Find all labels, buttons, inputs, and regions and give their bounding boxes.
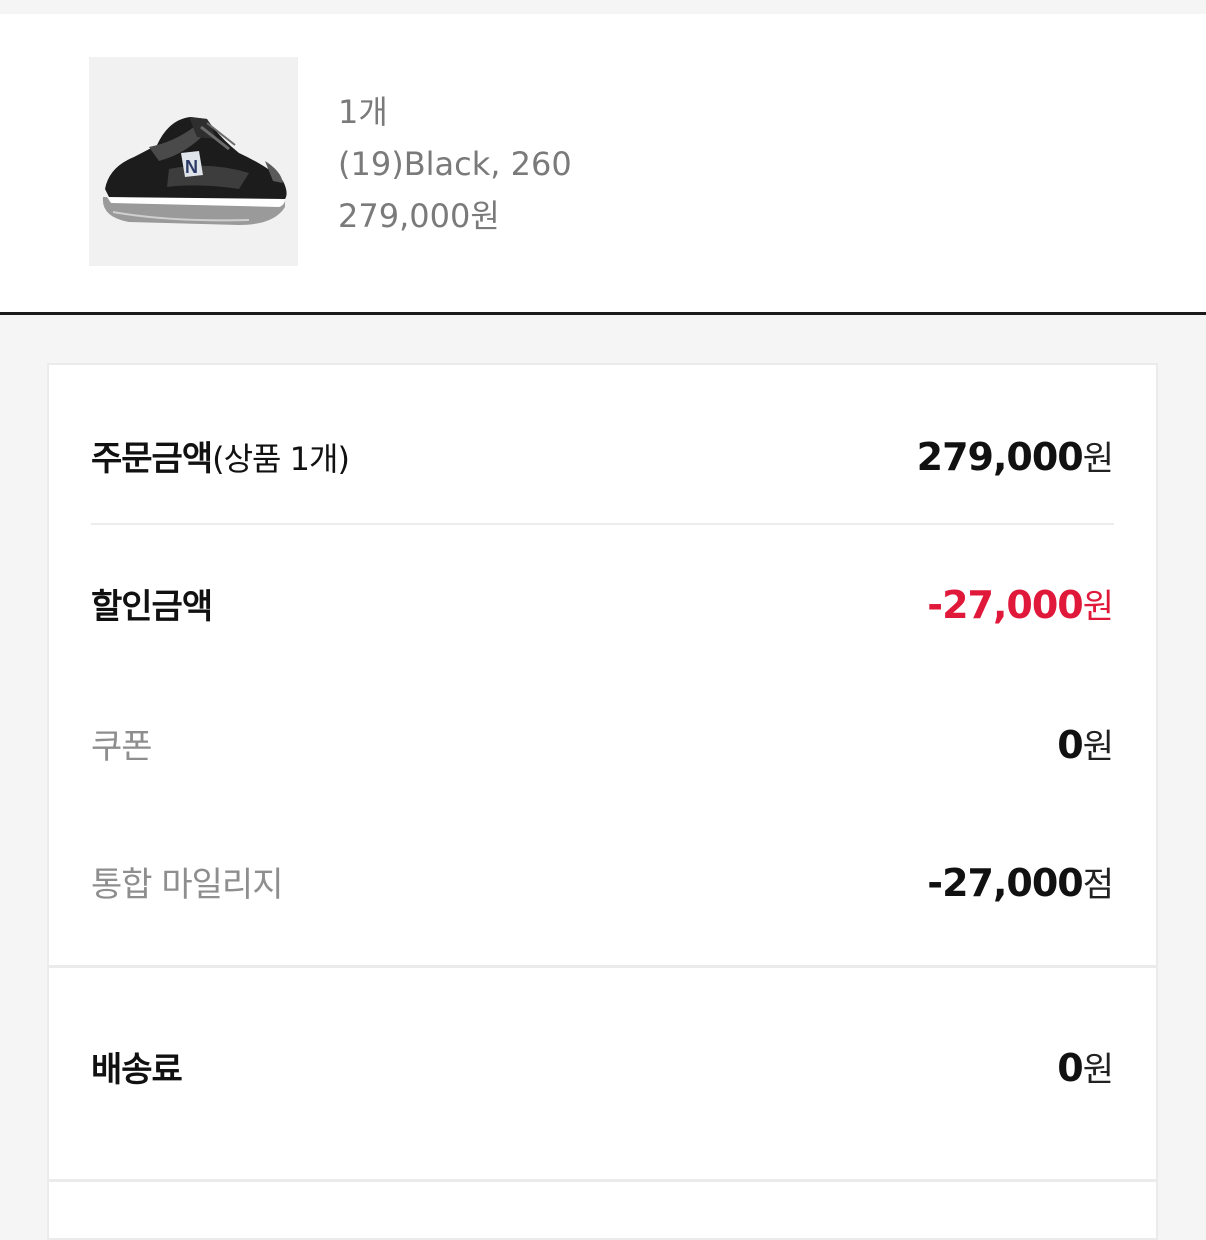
order-amount-sublabel: (상품 1개) — [212, 439, 350, 478]
shipping-fee-unit: 원 — [1082, 1049, 1114, 1090]
order-product-section: N 1개 (19)Black, 260 279,000원 — [0, 14, 1206, 315]
mileage-row: 통합 마일리지 -27,000점 — [91, 853, 1114, 909]
order-amount-label: 주문금액 — [91, 438, 213, 479]
mileage-value: -27,000 — [927, 860, 1083, 905]
order-amount-label-group: 주문금액(상품 1개) — [91, 431, 350, 480]
shipping-fee-value: 0 — [1057, 1045, 1083, 1090]
shipping-card: 배송료 0원 — [47, 966, 1158, 1181]
order-amount-value-group: 279,000원 — [917, 431, 1114, 480]
product-info: 1개 (19)Black, 260 279,000원 — [338, 86, 572, 242]
shipping-fee-value-group: 0원 — [1057, 1042, 1114, 1091]
coupon-row: 쿠폰 0원 — [91, 715, 1114, 771]
divider — [91, 523, 1114, 525]
shipping-fee-label: 배송료 — [91, 1049, 183, 1090]
product-price: 279,000원 — [338, 197, 500, 235]
price-summary-card: 주문금액(상품 1개) 279,000원 할인금액 -27,000원 쿠폰 0원… — [47, 363, 1158, 967]
mileage-label: 통합 마일리지 — [91, 864, 283, 905]
product-option: (19)Black, 260 — [338, 145, 572, 183]
product-thumbnail[interactable]: N — [89, 57, 298, 266]
next-card — [47, 1180, 1158, 1240]
product-quantity: 1개 — [338, 93, 388, 131]
coupon-value: 0 — [1057, 722, 1083, 767]
discount-amount-unit: 원 — [1082, 586, 1114, 627]
discount-amount-value: -27,000 — [927, 582, 1083, 627]
coupon-label: 쿠폰 — [91, 726, 153, 767]
coupon-unit: 원 — [1082, 726, 1114, 767]
discount-amount-label: 할인금액 — [91, 586, 213, 627]
discount-amount-value-group: -27,000원 — [927, 579, 1114, 628]
svg-text:N: N — [185, 157, 198, 177]
mileage-unit: 점 — [1082, 864, 1114, 905]
shipping-fee-row: 배송료 0원 — [91, 1038, 1114, 1094]
sneaker-image: N — [102, 117, 287, 225]
order-amount-value: 279,000 — [916, 434, 1084, 479]
order-amount-row: 주문금액(상품 1개) 279,000원 — [91, 427, 1114, 483]
coupon-value-group: 0원 — [1057, 719, 1114, 768]
discount-amount-row: 할인금액 -27,000원 — [91, 575, 1114, 631]
mileage-value-group: -27,000점 — [927, 857, 1114, 906]
order-amount-unit: 원 — [1082, 438, 1114, 479]
